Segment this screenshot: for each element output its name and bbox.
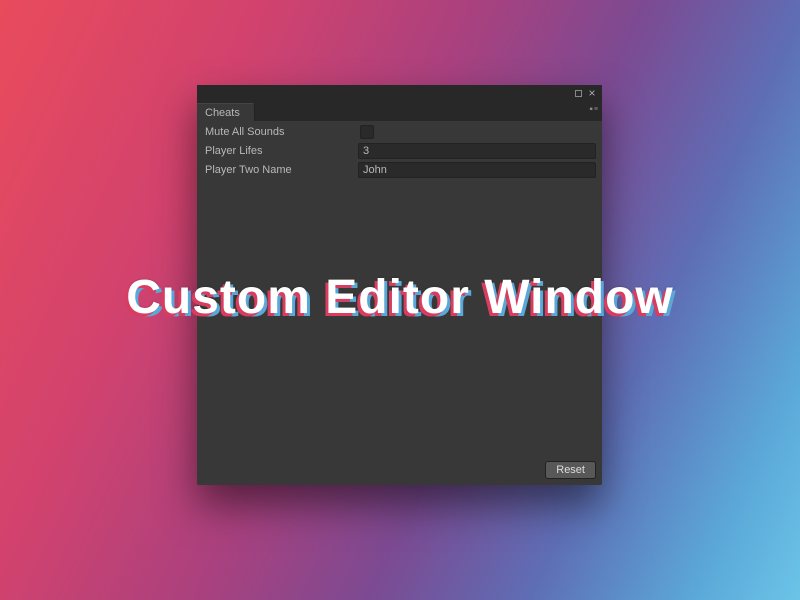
property-player-lifes: Player Lifes <box>203 142 596 160</box>
tab-bar: Cheats ▪≡ <box>197 101 602 121</box>
button-row: Reset <box>203 461 596 483</box>
player-lifes-label: Player Lifes <box>203 145 358 157</box>
reset-button[interactable]: Reset <box>545 461 596 479</box>
close-icon[interactable]: × <box>586 87 598 99</box>
property-player-two-name: Player Two Name <box>203 161 596 179</box>
mute-all-sounds-checkbox[interactable] <box>360 125 374 139</box>
window-content: Mute All Sounds Player Lifes Player Two … <box>197 121 602 485</box>
player-lifes-field[interactable] <box>358 143 596 159</box>
window-titlebar: × <box>197 85 602 101</box>
property-mute-all-sounds: Mute All Sounds <box>203 123 596 141</box>
editor-window: × Cheats ▪≡ Mute All Sounds Player Lifes… <box>197 85 602 485</box>
mute-all-sounds-label: Mute All Sounds <box>203 126 358 138</box>
maximize-icon[interactable] <box>572 87 584 99</box>
tab-options-icon[interactable]: ▪≡ <box>589 104 598 115</box>
player-two-name-label: Player Two Name <box>203 164 358 176</box>
gradient-background: × Cheats ▪≡ Mute All Sounds Player Lifes… <box>0 0 800 600</box>
tab-cheats[interactable]: Cheats <box>197 103 255 121</box>
player-two-name-field[interactable] <box>358 162 596 178</box>
